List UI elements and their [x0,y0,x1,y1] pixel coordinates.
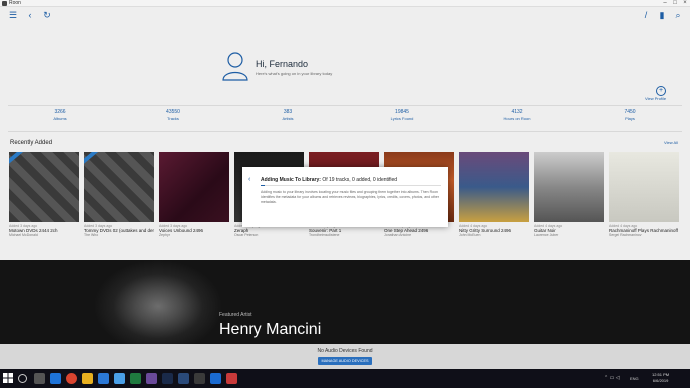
stat-number: 4132 [511,109,523,115]
new-badge [84,152,99,166]
progress-bar [261,185,441,186]
back-icon[interactable]: ‹ [25,10,35,20]
windows-taskbar: ⌃ ▭ ◁ ENG 12:51 PM 6/6/2019 [0,369,690,388]
album-artist[interactable]: Sergei Rachmaninov [609,233,679,237]
manage-audio-devices-button[interactable]: MANAGE AUDIO DEVICES [318,357,372,365]
file-explorer-icon[interactable] [82,373,93,384]
dialog-title: Adding Music To Library: Of 19 tracks, 0… [261,177,397,183]
close-button[interactable]: × [680,0,690,7]
stat-label: Albums [53,116,67,121]
search-icon[interactable]: ⌕ [673,10,683,20]
search-taskbar-icon[interactable] [18,374,27,383]
chrome-icon[interactable] [66,373,77,384]
app-icon-purple[interactable] [146,373,157,384]
album-artist[interactable]: Zephyr [159,233,229,237]
stat-artists[interactable]: 383 Artists [248,109,328,121]
stat-plays[interactable]: 7450 Plays [590,109,670,121]
stat-label: Plays [625,116,635,121]
dialog-status: Of 19 tracks, 0 added, 0 identified [322,177,398,183]
maximize-button[interactable]: □ [670,0,680,7]
album-cover[interactable] [459,152,529,222]
featured-artist-banner[interactable]: Featured Artist Henry Mancini [0,260,690,344]
app-icon [2,1,7,6]
view-profile-button[interactable]: + [656,86,666,96]
main-content: ☰ ‹ ↻ / ▮ ⌕ Hi, Fernando Here's what's g… [0,7,690,260]
album-artist[interactable]: The Who [84,233,154,237]
window-title-bar: Roon – □ × [0,0,690,7]
roon-taskbar-icon[interactable] [210,373,221,384]
dialog-body: Adding music to your library involves lo… [261,190,440,204]
album-artist[interactable]: Trondheimsolistene [309,233,379,237]
album-card[interactable]: Added 4 days ago Nitty Gritty Surround 2… [459,152,529,237]
audio-device-bar: No Audio Devices Found MANAGE AUDIO DEVI… [0,344,690,369]
bookmark-icon[interactable]: ▮ [657,10,667,20]
refresh-icon[interactable]: ↻ [42,10,52,20]
minimize-button[interactable]: – [660,0,670,7]
featured-label: Featured Artist [219,312,252,318]
view-all-link[interactable]: View All [664,140,678,145]
stats-divider-top [8,105,682,106]
windows-start-icon[interactable] [3,373,13,383]
app-icon-blue[interactable] [178,373,189,384]
stat-tracks[interactable]: 43550 Tracks [133,109,213,121]
mail-icon[interactable] [98,373,109,384]
stat-number: 19845 [395,109,409,115]
recently-added-title: Recently Added [10,140,53,146]
album-card[interactable]: Added 3 days ago Motown DVDs 2444 2ch Mi… [9,152,79,237]
top-toolbar: ☰ ‹ ↻ / ▮ ⌕ [0,7,690,23]
greeting: Hi, Fernando [256,59,309,69]
steam-icon[interactable] [162,373,173,384]
album-artist[interactable]: Michael McDonald [9,233,79,237]
stat-number: 3266 [54,109,66,115]
featured-artist-name[interactable]: Henry Mancini [219,321,321,339]
album-card[interactable]: Added 3 days ago Voices Unbound 2496 Zep… [159,152,229,237]
new-badge [9,152,24,166]
window-title: Roon [9,0,21,6]
app-icon-dark[interactable] [194,373,205,384]
featured-artist-photo [70,260,230,344]
greeting-subtitle: Here's what's going on in your library t… [256,71,333,76]
stat-label: Artists [282,116,294,121]
stat-label: Lyrics Found [390,116,414,121]
album-cover[interactable] [159,152,229,222]
album-cover[interactable] [609,152,679,222]
album-card[interactable]: Added 4 days ago Guitar Noir Laurence Ju… [534,152,604,237]
album-artist[interactable]: Oscar Peterson [234,233,304,237]
excel-icon[interactable] [130,373,141,384]
taskbar-clock[interactable]: 12:51 PM 6/6/2019 [652,372,669,384]
settings-icon[interactable]: / [641,10,651,20]
clock-date: 6/6/2019 [652,378,669,383]
avatar[interactable] [222,51,248,81]
album-cover[interactable] [534,152,604,222]
progress-fill [261,185,265,186]
album-artist[interactable]: John McEuen [459,233,529,237]
audio-status: No Audio Devices Found [317,348,373,354]
view-profile-label[interactable]: View Profile [645,96,666,101]
system-tray-icons[interactable]: ⌃ ▭ ◁ [604,375,620,381]
stats-divider-bottom [8,131,682,132]
stat-number: 7450 [624,109,636,115]
album-card[interactable]: Added 3 days ago Tommy DVDs 02 (outtakes… [84,152,154,237]
language-indicator[interactable]: ENG [630,376,639,381]
edge-icon[interactable] [50,373,61,384]
store-icon[interactable] [114,373,125,384]
stat-label: Hours on Roon [503,116,531,121]
task-view-icon[interactable] [34,373,45,384]
album-cover[interactable] [9,152,79,222]
album-card[interactable]: Added 4 days ago Rachmaninoff Plays Rach… [609,152,679,237]
stat-albums[interactable]: 3266 Albums [20,109,100,121]
album-artist[interactable]: Jonathan Antoine [384,233,454,237]
album-artist[interactable]: Laurence Juber [534,233,604,237]
dialog-back-button[interactable]: ‹ [248,176,250,183]
stat-lyrics[interactable]: 19845 Lyrics Found [362,109,442,121]
app-icon-red[interactable] [226,373,237,384]
stat-hours[interactable]: 4132 Hours on Roon [477,109,557,121]
dialog-title-label: Adding Music To Library: [261,177,321,183]
add-music-dialog: ‹ Adding Music To Library: Of 19 tracks,… [242,167,448,227]
stat-number: 43550 [166,109,180,115]
menu-icon[interactable]: ☰ [8,10,18,20]
stat-label: Tracks [167,116,179,121]
album-cover[interactable] [84,152,154,222]
stat-number: 383 [283,109,293,115]
